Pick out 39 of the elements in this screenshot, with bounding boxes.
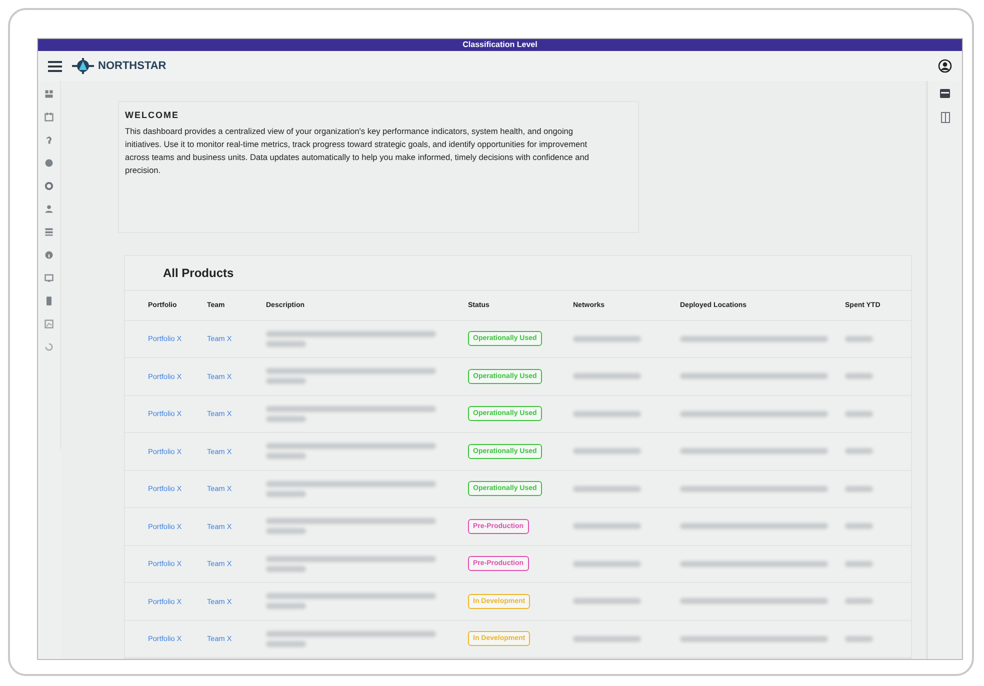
blurred-text xyxy=(573,598,641,604)
blurred-text xyxy=(845,373,873,380)
blurred-text xyxy=(573,336,641,342)
classification-banner: Classification Level xyxy=(38,39,962,51)
calendar-icon[interactable] xyxy=(44,112,54,122)
ring-icon[interactable] xyxy=(44,181,54,191)
panel-icon[interactable] xyxy=(940,112,950,123)
blurred-text xyxy=(845,336,873,342)
grid-icon[interactable] xyxy=(44,89,54,99)
card-title: All Products xyxy=(125,256,911,290)
blurred-text xyxy=(573,486,641,492)
circle-icon[interactable] xyxy=(44,158,54,168)
blurred-text xyxy=(845,410,873,417)
welcome-text: This dashboard provides a centralized view of your organization's key performance indicators, system health, and ongoing initiatives. Use it to monitor real-time metrics, track progress toward strategic goals, and identify opportunities for improvement across teams and business units. Data updates automatically to help you make informed, timely decisions with confidence and precision. xyxy=(125,125,590,177)
refresh-icon[interactable] xyxy=(44,342,54,352)
chart-icon[interactable] xyxy=(44,319,54,329)
blurred-text xyxy=(845,486,873,492)
person-icon[interactable] xyxy=(44,204,54,214)
info-icon[interactable] xyxy=(44,250,54,260)
monitor-icon[interactable] xyxy=(44,273,54,283)
logo-icon xyxy=(72,58,94,74)
blurred-text xyxy=(845,523,873,530)
blurred-text xyxy=(845,636,873,642)
blurred-text xyxy=(845,598,873,604)
blurred-text xyxy=(573,448,641,454)
brand-name: NORTHSTAR xyxy=(98,60,166,72)
blurred-text xyxy=(573,373,641,380)
blurred-text xyxy=(845,560,873,567)
blurred-text xyxy=(573,410,641,417)
blurred-text xyxy=(845,448,873,454)
list-icon[interactable] xyxy=(44,227,54,237)
card-icon[interactable] xyxy=(940,89,950,98)
blurred-text xyxy=(573,560,641,567)
user-avatar-icon[interactable] xyxy=(938,59,952,73)
menu-icon[interactable] xyxy=(48,60,62,72)
welcome-title: WELCOME xyxy=(125,110,180,120)
blurred-text xyxy=(573,636,641,642)
blurred-text xyxy=(573,523,641,530)
phone-icon[interactable] xyxy=(44,296,54,306)
